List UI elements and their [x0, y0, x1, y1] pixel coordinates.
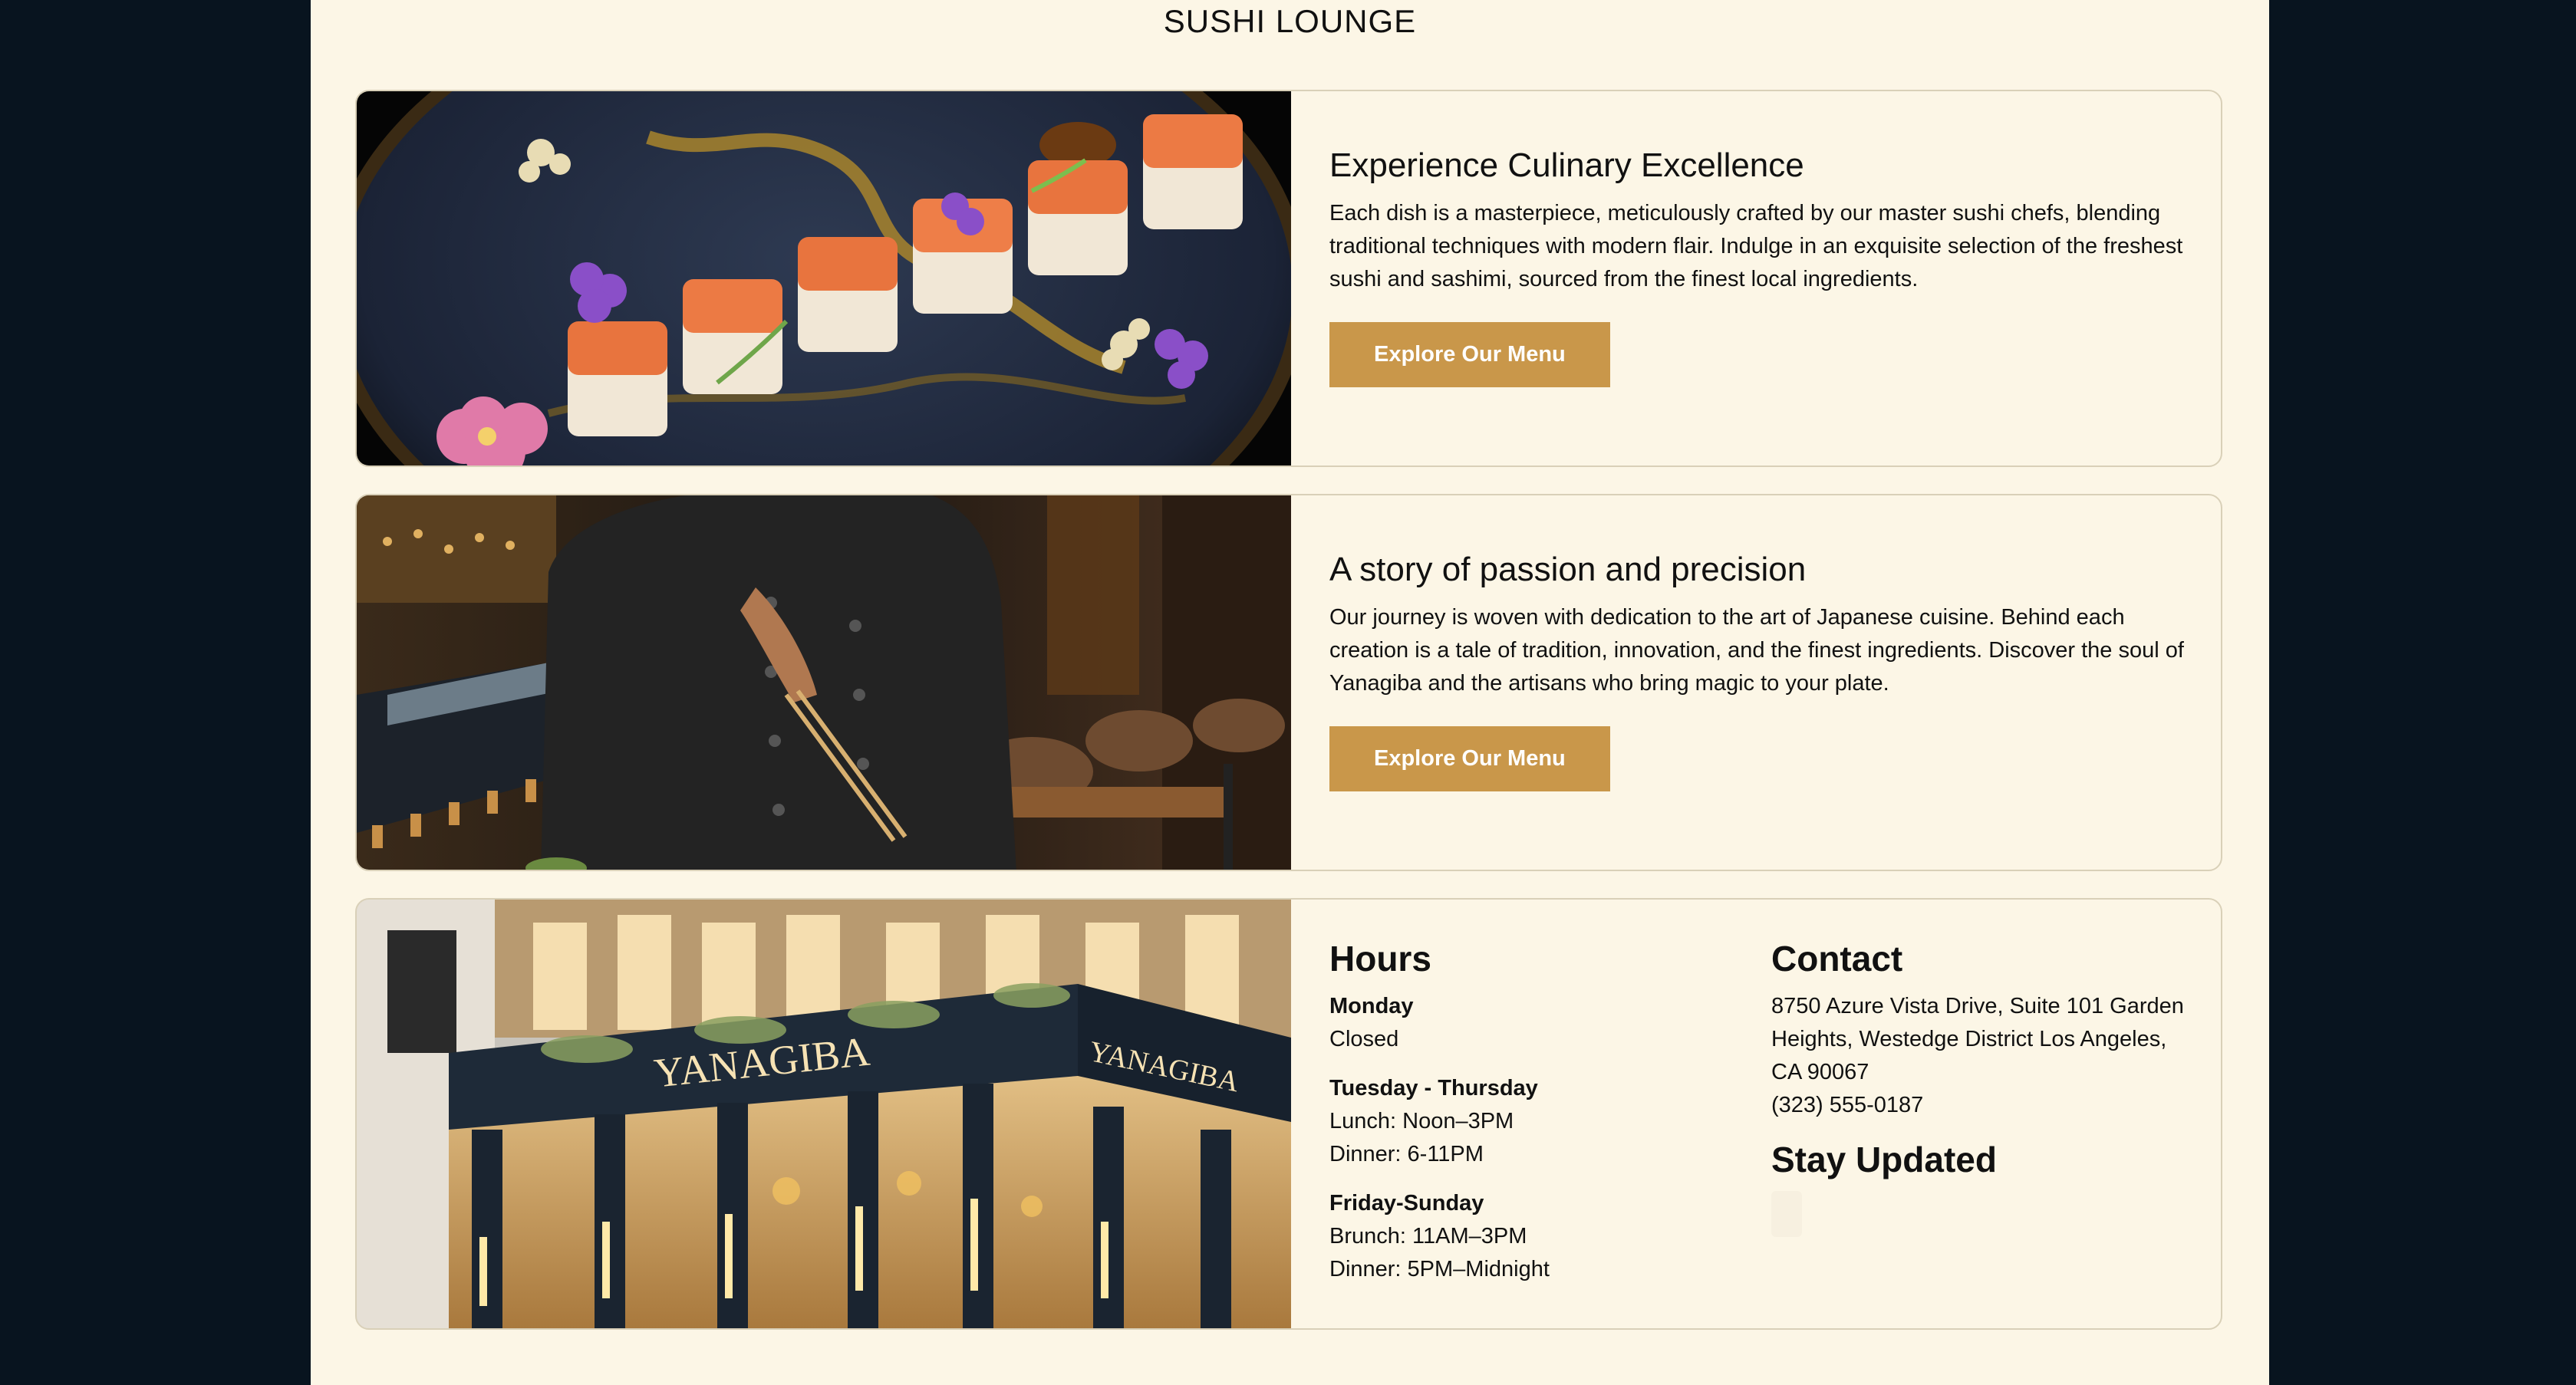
hours-section: Hours Monday Closed Tuesday - Thursday L… [1329, 938, 1728, 1302]
feature-card-culinary: Experience Culinary Excellence Each dish… [355, 90, 2222, 467]
hours-day: Monday [1329, 994, 1414, 1018]
hours-group: Tuesday - Thursday Lunch: Noon–3PM Dinne… [1329, 1072, 1728, 1171]
stay-updated-title: Stay Updated [1771, 1140, 1997, 1179]
explore-menu-button[interactable]: Explore Our Menu [1329, 322, 1610, 387]
address-text: 8750 Azure Vista Drive, Suite 101 Garden… [1771, 994, 2184, 1084]
hours-line: Dinner: 6-11PM [1329, 1142, 1484, 1166]
contact-section: Contact 8750 Azure Vista Drive, Suite 10… [1771, 938, 2201, 1237]
hours-group: Monday Closed [1329, 990, 1728, 1056]
info-card: YANAGIBA YANAGIBA Hours Monday Closed Tu… [355, 898, 2222, 1330]
hours-day: Friday-Sunday [1329, 1191, 1484, 1216]
hours-day: Tuesday - Thursday [1329, 1076, 1538, 1100]
feature-card-story: A story of passion and precision Our jou… [355, 494, 2222, 871]
chef-restaurant-image [357, 495, 1291, 870]
feature-description: Our journey is woven with dedication to … [1329, 605, 2184, 696]
hours-title: Hours [1329, 939, 1431, 979]
hours-line: Closed [1329, 1027, 1399, 1051]
storefront-image: YANAGIBA YANAGIBA [357, 900, 1291, 1328]
sushi-plate-image [357, 91, 1291, 466]
hours-line: Lunch: Noon–3PM [1329, 1109, 1514, 1133]
contact-title: Contact [1771, 939, 1903, 979]
social-link-icon[interactable] [1771, 1191, 1802, 1237]
phone-text[interactable]: (323) 555-0187 [1771, 1089, 2201, 1122]
site-title: SUSHI LOUNGE [1163, 3, 1417, 39]
explore-menu-button[interactable]: Explore Our Menu [1329, 726, 1610, 791]
feature-heading: A story of passion and precision [1329, 551, 1807, 588]
feature-heading: Experience Culinary Excellence [1329, 146, 1804, 184]
hours-group: Friday-Sunday Brunch: 11AM–3PM Dinner: 5… [1329, 1187, 1728, 1286]
feature-description: Each dish is a masterpiece, meticulously… [1329, 201, 2183, 291]
hours-line: Brunch: 11AM–3PM [1329, 1224, 1527, 1248]
hours-line: Dinner: 5PM–Midnight [1329, 1257, 1550, 1281]
main-content: SUSHI LOUNGE Experience Culinary Excelle… [311, 0, 2269, 1385]
